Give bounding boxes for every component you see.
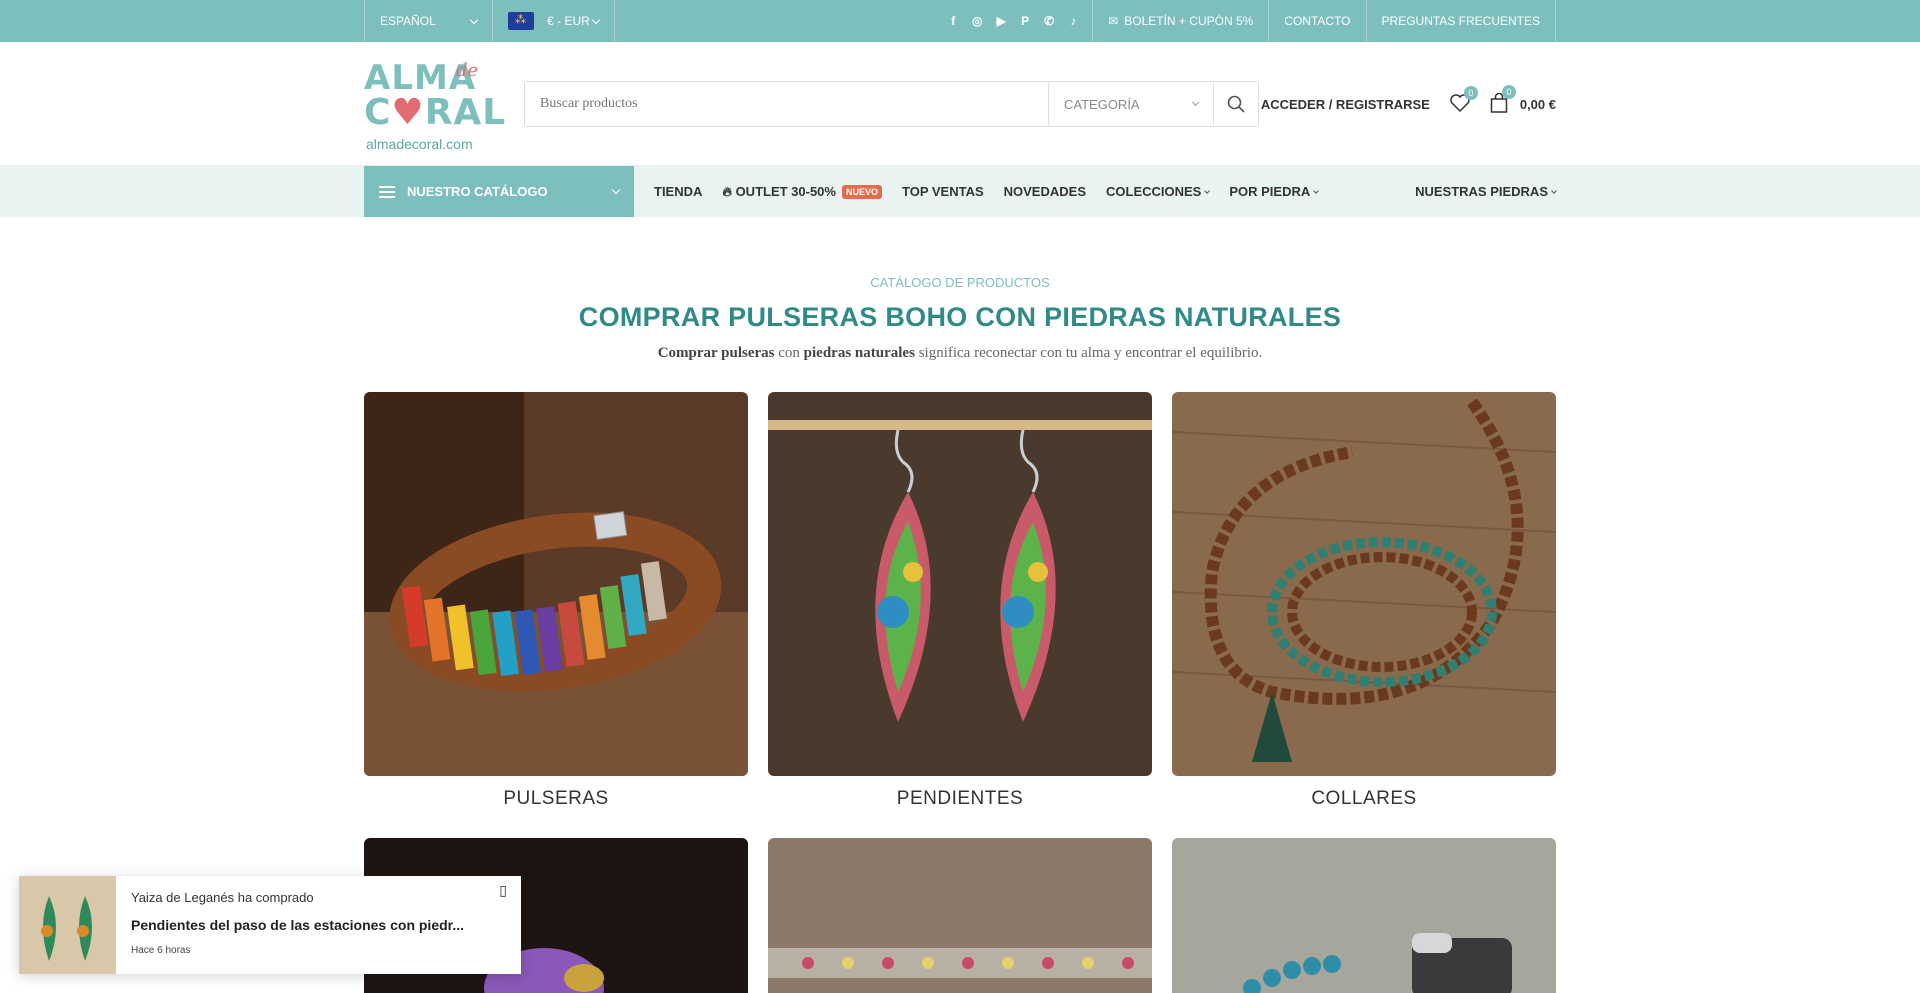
currency-selector[interactable]: € - EUR — [492, 0, 615, 42]
eu-flag-icon — [508, 12, 534, 30]
category-card-collares[interactable]: COLLARES — [1172, 392, 1556, 810]
catalog-label: NUESTRO CATÁLOGO — [407, 184, 548, 199]
logo[interactable]: ALMA de C♥RAL almadecoral.com — [364, 54, 507, 154]
logo-line2: C♥RAL — [364, 92, 507, 133]
heart-icon: ♥ — [391, 92, 425, 133]
chevron-down-icon — [1191, 98, 1200, 107]
search-form: CATEGORÍA — [524, 81, 1259, 127]
language-label: ESPAÑOL — [380, 14, 436, 28]
nav-top-ventas[interactable]: TOP VENTAS — [902, 184, 984, 199]
category-grid: PULSERAS PENDIENTES COLLARES — [364, 392, 1556, 810]
search-icon — [1227, 95, 1245, 113]
top-bar: ESPAÑOL € - EUR f ◎ ▶ P ✆ ♪ ✉ BOLETÍN + … — [0, 0, 1920, 42]
social-links: f ◎ ▶ P ✆ ♪ — [946, 14, 1092, 28]
language-selector[interactable]: ESPAÑOL — [364, 0, 492, 42]
cart-button[interactable]: 0 0,00 € — [1490, 84, 1556, 116]
nav-nuestras-piedras[interactable]: NUESTRAS PIEDRAS — [1415, 184, 1557, 199]
category-grid-row2 — [364, 838, 1556, 993]
popup-product-name[interactable]: Pendientes del paso de las estaciones co… — [131, 917, 464, 933]
main-nav: NUESTRO CATÁLOGO TIENDA 🔥︎ OUTLET 30-50%… — [0, 166, 1920, 217]
category-card[interactable] — [1172, 838, 1556, 993]
collares-image[interactable] — [1172, 392, 1556, 776]
logo-domain: almadecoral.com — [366, 136, 473, 152]
wishlist-count: 0 — [1463, 85, 1478, 100]
category-label[interactable]: COLLARES — [1172, 788, 1556, 810]
category-image[interactable] — [768, 838, 1152, 993]
category-label[interactable]: PENDIENTES — [768, 788, 1152, 810]
contact-link[interactable]: CONTACTO — [1268, 0, 1365, 42]
chevron-down-icon — [469, 15, 479, 24]
page-title: COMPRAR PULSERAS BOHO CON PIEDRAS NATURA… — [578, 302, 1342, 332]
nav-outlet[interactable]: 🔥︎ OUTLET 30-50% NUEVO — [722, 184, 882, 200]
category-select[interactable]: CATEGORÍA — [1048, 82, 1213, 126]
flame-icon: 🔥︎ — [722, 183, 732, 199]
recent-sale-popup[interactable]: Yaiza de Leganés ha comprado Pendientes … — [19, 876, 521, 974]
newsletter-label: BOLETÍN + CUPÓN 5% — [1124, 14, 1254, 28]
tiktok-icon[interactable]: ♪ — [1066, 14, 1080, 28]
category-card-pulseras[interactable]: PULSERAS — [364, 392, 748, 810]
instagram-icon[interactable]: ◎ — [970, 14, 984, 28]
pinterest-icon[interactable]: P — [1018, 14, 1032, 28]
popup-time: Hace 6 horas — [131, 945, 191, 956]
whatsapp-icon[interactable]: ✆ — [1042, 14, 1056, 28]
chevron-down-icon — [1204, 188, 1211, 194]
pulseras-image[interactable] — [364, 392, 748, 776]
popup-product-image[interactable] — [19, 876, 116, 974]
category-label: CATEGORÍA — [1064, 96, 1140, 112]
login-link[interactable]: ACCEDER / REGISTRARSE — [1261, 97, 1430, 112]
category-card[interactable] — [768, 838, 1152, 993]
chevron-down-icon — [591, 15, 601, 24]
cart-count: 0 — [1501, 84, 1516, 99]
chevron-down-icon — [1551, 188, 1557, 194]
newsletter-link[interactable]: ✉ BOLETÍN + CUPÓN 5% — [1092, 0, 1268, 42]
currency-label: € - EUR — [547, 14, 590, 28]
chevron-down-icon — [1313, 188, 1320, 194]
search-input[interactable] — [525, 82, 1048, 126]
pendientes-image[interactable] — [768, 392, 1152, 776]
site-header: ALMA de C♥RAL almadecoral.com CATEGORÍA … — [0, 42, 1920, 166]
faq-link[interactable]: PREGUNTAS FRECUENTES — [1365, 0, 1556, 42]
nav-novedades[interactable]: NOVEDADES — [1004, 184, 1086, 199]
logo-script: de — [456, 60, 479, 81]
wishlist-button[interactable]: 0 — [1450, 85, 1478, 115]
category-card-pendientes[interactable]: PENDIENTES — [768, 392, 1152, 810]
page-subtitle: Comprar pulseras con piedras naturales s… — [657, 345, 1263, 361]
nav-tienda[interactable]: TIENDA — [654, 184, 702, 199]
mail-icon: ✉ — [1108, 14, 1119, 28]
facebook-icon[interactable]: f — [946, 14, 960, 28]
category-label[interactable]: PULSERAS — [364, 788, 748, 810]
popup-buyer: Yaiza de Leganés ha comprado — [131, 890, 314, 905]
section-kicker: CATÁLOGO DE PRODUCTOS — [870, 275, 1050, 290]
nav-por-piedra[interactable]: POR PIEDRA — [1229, 184, 1320, 199]
catalog-menu-button[interactable]: NUESTRO CATÁLOGO — [364, 166, 634, 217]
cart-total: 0,00 € — [1519, 96, 1556, 112]
category-image[interactable] — [1172, 838, 1556, 993]
chevron-down-icon — [611, 185, 621, 195]
close-icon[interactable]: ▯ — [499, 882, 507, 899]
new-badge: NUEVO — [841, 184, 882, 199]
menu-icon — [379, 185, 395, 198]
youtube-icon[interactable]: ▶ — [994, 14, 1008, 28]
search-button[interactable] — [1213, 82, 1258, 126]
nav-colecciones[interactable]: COLECCIONES — [1106, 184, 1211, 199]
